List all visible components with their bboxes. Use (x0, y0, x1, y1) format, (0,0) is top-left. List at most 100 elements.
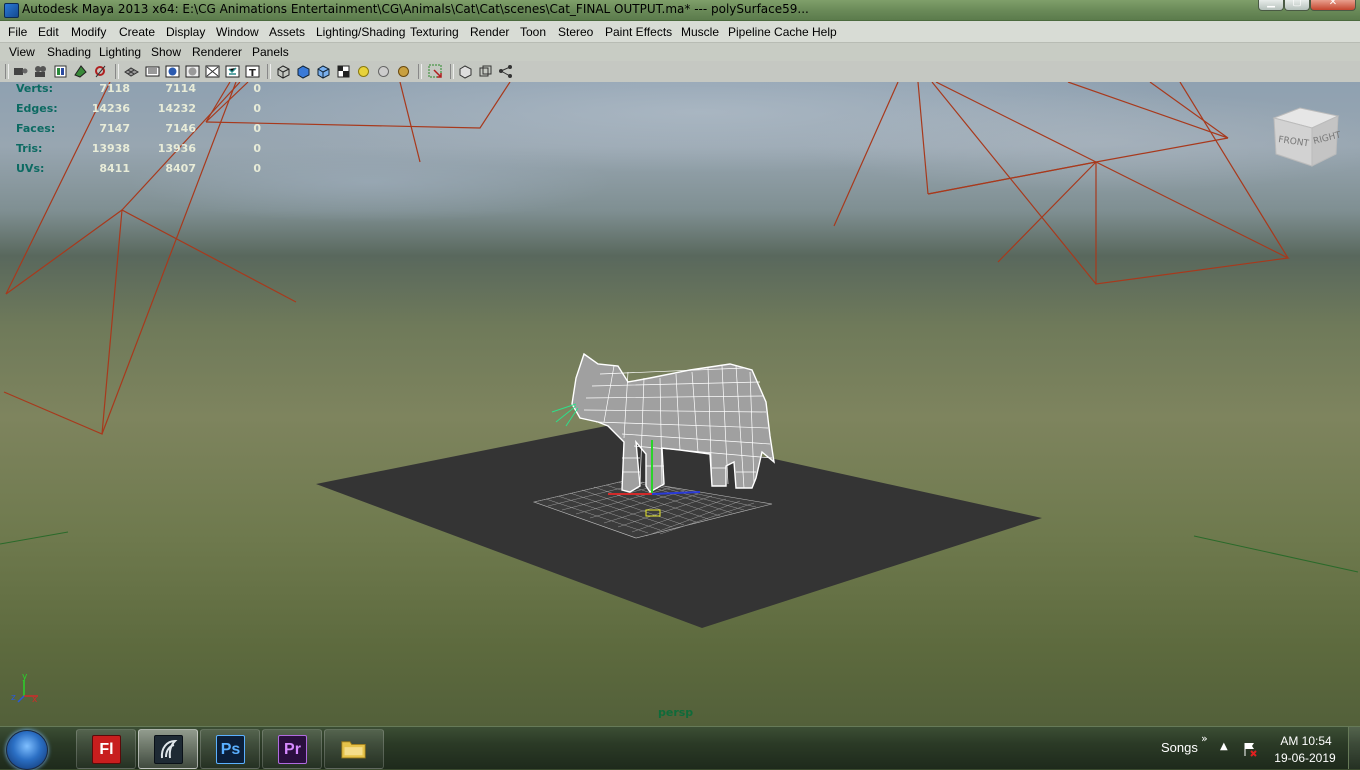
hud-value: 0 (253, 82, 261, 95)
smooth-shade-icon[interactable] (296, 64, 311, 79)
premiere-icon: Pr (278, 735, 307, 764)
resolution-gate-icon[interactable] (165, 64, 180, 79)
window-title: Autodesk Maya 2013 x64: E:\CG Animations… (22, 2, 809, 16)
axis-y-label: y (22, 672, 28, 682)
isolate-select-icon[interactable] (428, 64, 443, 79)
film-gate-icon[interactable] (145, 64, 160, 79)
toolbar-separator (115, 64, 119, 79)
close-button[interactable]: ✕ (1310, 0, 1356, 11)
taskbar-app-photoshop[interactable]: Ps (200, 729, 260, 769)
safe-action-icon[interactable] (225, 64, 240, 79)
menu-paint-effects[interactable]: Paint Effects (605, 25, 672, 39)
minimize-button[interactable]: ▁ (1258, 0, 1284, 11)
axis-gizmo: y z x (11, 672, 38, 705)
taskbar-app-premiere[interactable]: Pr (262, 729, 322, 769)
taskbar-app-flash[interactable]: Fl (76, 729, 136, 769)
action-center-flag-icon[interactable] (1242, 741, 1258, 757)
taskbar-app-explorer[interactable] (324, 729, 384, 769)
shadows-icon[interactable] (376, 64, 391, 79)
maya-icon (154, 735, 183, 764)
show-desktop-button[interactable] (1348, 727, 1360, 769)
ambient-occlusion-icon[interactable] (396, 64, 411, 79)
hud-value: 8411 (99, 162, 130, 175)
clock-date[interactable]: 19-06-2019 (1270, 751, 1340, 765)
x-ray-joints-icon[interactable] (478, 64, 493, 79)
panel-menu-view[interactable]: View (9, 45, 35, 59)
menu-help[interactable]: Help (812, 25, 837, 39)
menu-pipeline-cache[interactable]: Pipeline Cache (728, 25, 809, 39)
select-camera-icon[interactable] (13, 64, 28, 79)
hud-value: 0 (253, 102, 261, 115)
image-plane-icon[interactable] (73, 64, 88, 79)
panel-menu-panels[interactable]: Panels (252, 45, 289, 59)
main-menu-bar: File Edit Modify Create Display Window A… (0, 21, 1360, 43)
bookmark-icon[interactable] (53, 64, 68, 79)
menu-toon[interactable]: Toon (520, 25, 546, 39)
chevron-right-icon[interactable]: » (1201, 732, 1208, 745)
menu-create[interactable]: Create (119, 25, 155, 39)
toolbar-separator (450, 64, 454, 79)
menu-display[interactable]: Display (166, 25, 205, 39)
panel-menu-show[interactable]: Show (151, 45, 181, 59)
hud-label-edges: Edges: (16, 102, 58, 115)
x-ray-icon[interactable] (458, 64, 473, 79)
hud-label-uvs: UVs: (16, 162, 45, 175)
panel-toolbar: T (0, 61, 1360, 83)
hud-label-verts: Verts: (16, 82, 54, 95)
tray-songs-toolbar[interactable]: Songs (1161, 740, 1198, 755)
panel-menu-renderer[interactable]: Renderer (192, 45, 242, 59)
field-chart-icon[interactable] (205, 64, 220, 79)
svg-text:T: T (249, 68, 256, 79)
hud-label-faces: Faces: (16, 122, 56, 135)
scene-canvas[interactable] (0, 82, 1360, 726)
clock-time[interactable]: AM 10:54 (1276, 734, 1336, 748)
show-hidden-icons-icon[interactable]: ▲ (1220, 741, 1228, 752)
toolbar-separator (418, 64, 422, 79)
hud-value: 0 (253, 122, 261, 135)
safe-title-icon[interactable]: T (245, 64, 260, 79)
folder-icon (341, 741, 366, 759)
camera-attributes-icon[interactable] (33, 64, 48, 79)
toolbar-separator (5, 64, 9, 79)
view-cube[interactable]: FRONT RIGHT (1272, 106, 1340, 170)
hud-value: 7147 (99, 122, 130, 135)
two-d-pan-zoom-icon[interactable] (93, 64, 108, 79)
hud-value: 0 (253, 142, 261, 155)
hud-value: 13936 (157, 142, 196, 155)
wireframe-on-shaded-icon[interactable] (316, 64, 331, 79)
cat-whiskers (551, 403, 579, 427)
menu-modify[interactable]: Modify (71, 25, 106, 39)
windows-taskbar: Fl Ps Pr Songs » ▲ AM 10:54 19-06-2019 (0, 726, 1360, 770)
minimize-icon: ▁ (1267, 0, 1275, 8)
menu-assets[interactable]: Assets (269, 25, 305, 39)
hud-value: 13938 (91, 142, 130, 155)
menu-window[interactable]: Window (216, 25, 259, 39)
menu-texturing[interactable]: Texturing (410, 25, 459, 39)
panel-menu-lighting[interactable]: Lighting (99, 45, 141, 59)
wireframe-icon[interactable] (276, 64, 291, 79)
maximize-button[interactable]: ▢ (1284, 0, 1310, 11)
panel-menu-shading[interactable]: Shading (47, 45, 91, 59)
camera-frustum-right (833, 82, 1291, 285)
close-icon: ✕ (1328, 0, 1338, 8)
start-button[interactable] (6, 730, 48, 770)
menu-muscle[interactable]: Muscle (681, 25, 719, 39)
gate-mask-icon[interactable] (185, 64, 200, 79)
grid-icon[interactable] (124, 64, 139, 79)
use-all-lights-icon[interactable] (356, 64, 371, 79)
maximize-icon: ▢ (1292, 0, 1302, 8)
textured-icon[interactable] (336, 64, 351, 79)
menu-edit[interactable]: Edit (38, 25, 59, 39)
menu-file[interactable]: File (8, 25, 27, 39)
maya-app-icon[interactable] (4, 3, 19, 18)
xray-components-icon[interactable] (498, 64, 513, 79)
hud-value: 7114 (165, 82, 196, 95)
hud-label-tris: Tris: (16, 142, 43, 155)
menu-stereo[interactable]: Stereo (558, 25, 593, 39)
taskbar-app-maya[interactable] (138, 729, 198, 769)
axis-x-label: x (32, 695, 38, 705)
perspective-viewport[interactable]: Verts: Edges: Faces: Tris: UVs: 7118 142… (0, 82, 1360, 726)
hud-value: 7146 (165, 122, 196, 135)
menu-render[interactable]: Render (470, 25, 509, 39)
menu-lighting-shading[interactable]: Lighting/Shading (316, 25, 405, 39)
